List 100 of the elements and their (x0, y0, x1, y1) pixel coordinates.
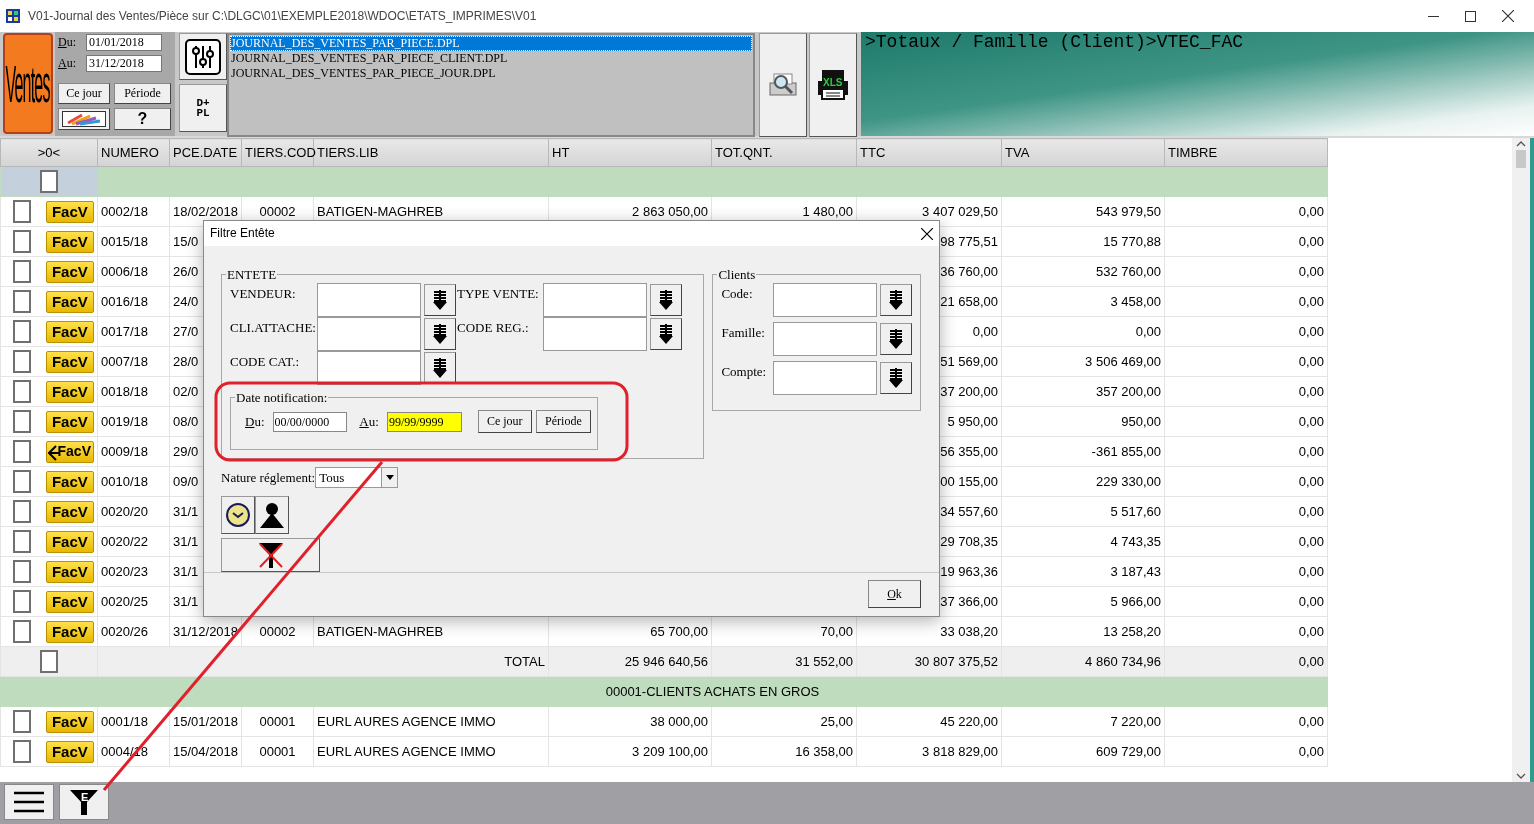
date-to-label: Au: (359, 413, 379, 430)
table-cell: 0,00 (1164, 646, 1328, 677)
row-checkbox[interactable] (13, 470, 31, 493)
row-checkbox[interactable] (13, 380, 31, 403)
doc-type-badge[interactable]: FacV (45, 350, 94, 373)
scrollbar[interactable] (1512, 138, 1530, 782)
table-cell: 25 946 640,56 (548, 646, 712, 677)
palette-button[interactable] (58, 108, 110, 130)
report-file-item[interactable]: JOURNAL_DES_VENTES_PAR_PIECE_CLIENT.DPL (230, 51, 752, 66)
column-header[interactable]: TIERS.COD (241, 138, 314, 167)
column-header[interactable]: TOT.QNT. (711, 138, 857, 167)
doc-type-badge[interactable]: FacV (45, 290, 94, 313)
doc-type-badge[interactable]: FacV (45, 470, 94, 493)
date-to-field[interactable]: 31/12/2018 (86, 55, 162, 72)
filter-button[interactable]: E (59, 784, 109, 820)
clear-filter-button[interactable] (221, 538, 320, 572)
close-icon[interactable] (921, 227, 933, 240)
scroll-down-icon[interactable] (1516, 772, 1526, 780)
dpl-button[interactable]: D+ PL (179, 84, 227, 132)
doc-type-badge[interactable]: FacV (45, 380, 94, 403)
picker-button[interactable] (424, 318, 456, 350)
date-from-field[interactable]: 01/01/2018 (86, 34, 162, 51)
row-checkbox[interactable] (13, 230, 31, 253)
column-header[interactable]: TIMBRE (1164, 138, 1328, 167)
picker-button[interactable] (650, 318, 682, 350)
column-header[interactable]: HT (548, 138, 712, 167)
table-cell: 0019/18 (97, 406, 170, 437)
picker-button[interactable] (424, 352, 456, 384)
table-cell: 0,00 (1164, 316, 1328, 347)
text-field[interactable] (317, 317, 421, 351)
period-button[interactable]: Période (114, 83, 171, 104)
picker-button[interactable] (650, 284, 682, 316)
report-file-item[interactable]: JOURNAL_DES_VENTES_PAR_PIECE_JOUR.DPL (230, 66, 752, 81)
row-checkbox[interactable] (13, 620, 31, 643)
payment-type-select[interactable]: Tous (315, 467, 399, 488)
text-field[interactable] (773, 283, 878, 317)
doc-type-badge[interactable]: FacV (45, 440, 94, 463)
column-header[interactable]: >0< (0, 138, 98, 167)
column-header[interactable]: NUMERO (97, 138, 170, 167)
close-icon[interactable] (1502, 10, 1514, 22)
doc-type-badge[interactable]: FacV (45, 710, 94, 733)
table-cell: -361 855,00 (1001, 436, 1165, 467)
doc-type-badge[interactable]: FacV (45, 410, 94, 433)
picker-button[interactable] (880, 323, 913, 355)
row-checkbox[interactable] (13, 590, 31, 613)
row-checkbox[interactable] (40, 170, 58, 193)
doc-type-badge[interactable]: FacV (45, 620, 94, 643)
text-field[interactable] (773, 361, 878, 395)
row-checkbox[interactable] (13, 530, 31, 553)
today-button[interactable]: Ce jour (58, 83, 110, 104)
row-checkbox[interactable] (13, 350, 31, 373)
column-header[interactable]: TTC (856, 138, 1002, 167)
row-checkbox[interactable] (13, 500, 31, 523)
doc-type-badge[interactable]: FacV (45, 200, 94, 223)
doc-type-badge[interactable]: FacV (45, 740, 94, 763)
row-checkbox[interactable] (13, 410, 31, 433)
today-button[interactable]: Ce jour (477, 410, 532, 433)
doc-type-badge[interactable]: FacV (45, 260, 94, 283)
text-field[interactable] (317, 351, 421, 385)
menu-button[interactable] (4, 784, 54, 820)
report-file-item[interactable]: JOURNAL_DES_VENTES_PAR_PIECE.DPL (230, 36, 752, 51)
scrollbar-thumb[interactable] (1516, 150, 1526, 168)
column-header[interactable]: TVA (1001, 138, 1165, 167)
period-button[interactable]: Période (535, 410, 591, 433)
row-checkbox[interactable] (40, 650, 58, 673)
text-field[interactable] (543, 283, 647, 317)
ok-button[interactable]: Ok (868, 580, 921, 608)
row-checkbox[interactable] (13, 290, 31, 313)
picker-button[interactable] (880, 362, 913, 394)
row-checkbox[interactable] (13, 560, 31, 583)
row-checkbox[interactable] (13, 440, 31, 463)
table-cell: 0,00 (1164, 346, 1328, 377)
text-field[interactable] (317, 283, 421, 317)
picker-button[interactable] (880, 284, 913, 316)
row-checkbox[interactable] (13, 320, 31, 343)
maximize-icon[interactable] (1465, 10, 1476, 22)
row-checkbox[interactable] (13, 260, 31, 283)
picker-button[interactable] (424, 284, 456, 316)
help-button[interactable]: ? (114, 108, 171, 130)
doc-type-badge[interactable]: FacV (45, 560, 94, 583)
clock-button[interactable] (221, 496, 255, 534)
date-from-field[interactable]: 00/00/0000 (272, 411, 348, 432)
date-to-field[interactable]: 99/99/9999 (386, 411, 462, 432)
row-checkbox[interactable] (13, 200, 31, 223)
text-field[interactable] (543, 317, 647, 351)
doc-type-badge[interactable]: FacV (45, 320, 94, 343)
row-checkbox[interactable] (13, 710, 31, 733)
doc-type-badge[interactable]: FacV (45, 500, 94, 523)
scroll-up-icon[interactable] (1516, 140, 1526, 148)
settings-button[interactable] (179, 33, 227, 80)
excel-print-button[interactable]: XLS (809, 33, 857, 137)
text-field[interactable] (773, 322, 878, 356)
row-checkbox[interactable] (13, 740, 31, 763)
doc-type-badge[interactable]: FacV (45, 230, 94, 253)
table-cell: 3 818 829,00 (856, 736, 1002, 767)
person-button[interactable] (255, 496, 289, 534)
doc-type-badge[interactable]: FacV (45, 590, 94, 613)
print-preview-button[interactable] (759, 33, 807, 137)
doc-type-badge[interactable]: FacV (45, 530, 94, 553)
column-header[interactable]: PCE.DATE (169, 138, 242, 167)
